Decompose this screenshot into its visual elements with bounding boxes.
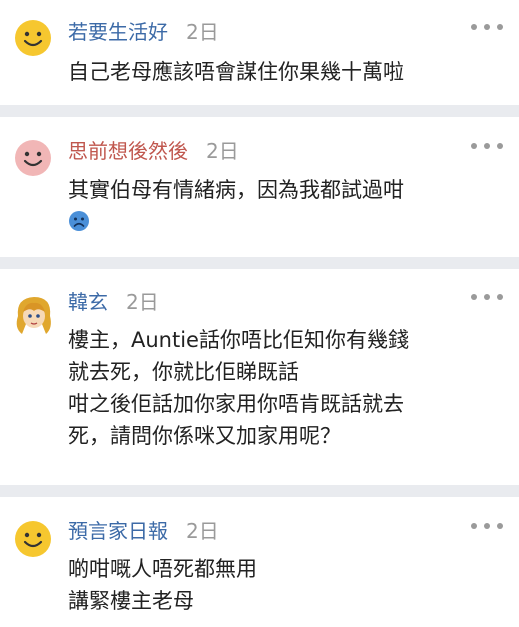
- more-options-icon[interactable]: [471, 292, 503, 302]
- comment-meta: 若要生活好 2日: [68, 20, 219, 44]
- comment-body: 樓主，Auntie話你唔比佢知你有幾錢 就去死，你就比佢睇既話 咁之後佢話加你家…: [68, 324, 505, 452]
- comment-line: 咁之後佢話加你家用你唔肯既話就去: [68, 392, 404, 416]
- comment-item: 韓玄 2日 樓主，Auntie話你唔比佢知你有幾錢 就去死，你就比佢睇既話 咁之後…: [0, 269, 519, 485]
- smiley-avatar-icon[interactable]: [14, 520, 52, 558]
- comment-meta: 預言家日報 2日: [68, 519, 219, 543]
- comment-line: 其實伯母有情緒病，因為我都試過咁: [68, 178, 404, 202]
- more-options-icon[interactable]: [471, 22, 503, 32]
- comment-body: 其實伯母有情緒病，因為我都試過咁: [68, 174, 505, 206]
- comment-item: 預言家日報 2日 啲咁嘅人唔死都無用 講緊樓主老母: [0, 497, 519, 627]
- comment-body: 啲咁嘅人唔死都無用 講緊樓主老母: [68, 553, 505, 617]
- comment-line: 死，請問你係咪又加家用呢？: [68, 424, 341, 448]
- comment-date: 2日: [186, 20, 219, 44]
- author-name[interactable]: 預言家日報: [68, 519, 168, 543]
- comment-separator: [0, 257, 519, 269]
- sad-face-emoji-icon: [68, 210, 90, 232]
- author-name[interactable]: 若要生活好: [68, 20, 168, 44]
- comment-date: 2日: [186, 519, 219, 543]
- comment-line: 自己老母應該唔會謀住你果幾十萬啦: [68, 60, 404, 84]
- smiley-avatar-icon[interactable]: [14, 19, 52, 57]
- comment-date: 2日: [206, 139, 239, 163]
- comment-item: 思前想後然後 2日 其實伯母有情緒病，因為我都試過咁: [0, 117, 519, 257]
- more-options-icon[interactable]: [471, 521, 503, 531]
- comment-meta: 韓玄 2日: [68, 290, 159, 314]
- comment-body: 自己老母應該唔會謀住你果幾十萬啦: [68, 56, 505, 88]
- anime-girl-avatar-icon[interactable]: [12, 292, 56, 336]
- comment-separator: [0, 105, 519, 117]
- comment-line: 講緊樓主老母: [68, 589, 194, 613]
- comment-line: 啲咁嘅人唔死都無用: [68, 557, 257, 581]
- author-name[interactable]: 思前想後然後: [68, 139, 188, 163]
- more-options-icon[interactable]: [471, 141, 503, 151]
- comment-date: 2日: [126, 290, 159, 314]
- pink-smiley-avatar-icon[interactable]: [14, 139, 52, 177]
- comment-meta: 思前想後然後 2日: [68, 139, 239, 163]
- author-name[interactable]: 韓玄: [68, 290, 108, 314]
- comment-item: 若要生活好 2日 自己老母應該唔會謀住你果幾十萬啦: [0, 0, 519, 105]
- comment-line: 就去死，你就比佢睇既話: [68, 360, 299, 384]
- comment-separator: [0, 485, 519, 497]
- comment-line: 樓主，Auntie話你唔比佢知你有幾錢: [68, 328, 409, 352]
